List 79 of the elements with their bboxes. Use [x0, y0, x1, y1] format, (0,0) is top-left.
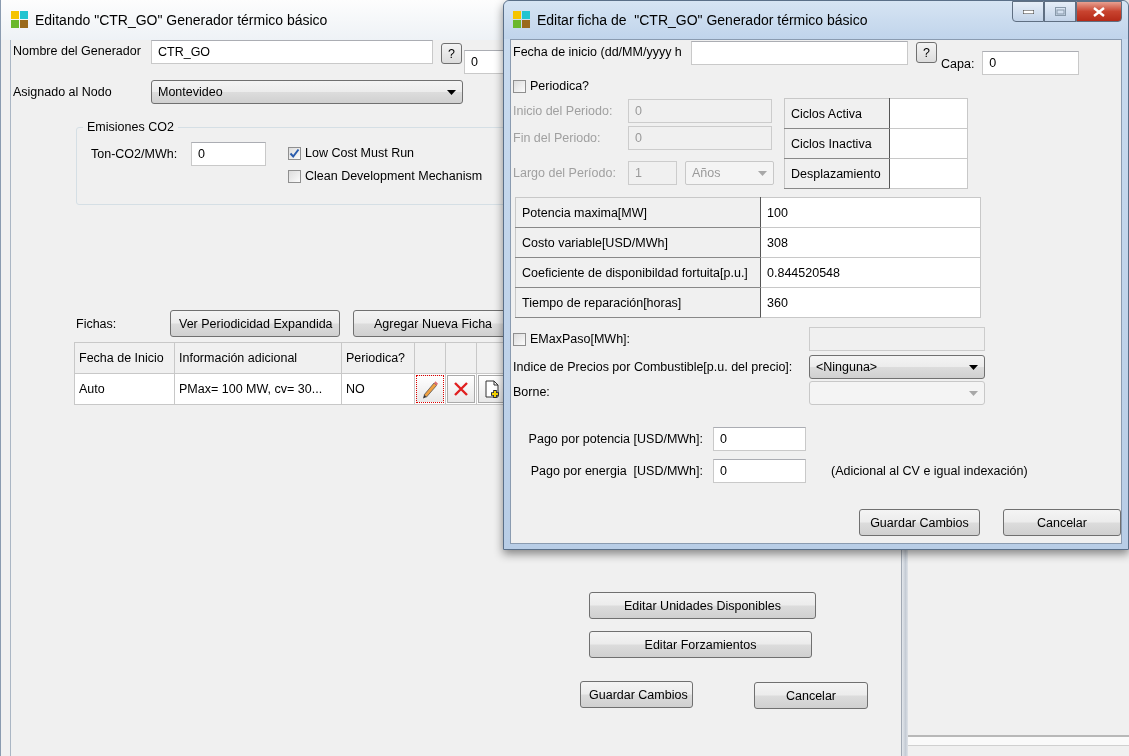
delete-button[interactable]	[447, 375, 475, 403]
checkbox[interactable]	[288, 169, 301, 183]
maximize-button[interactable]	[1044, 1, 1076, 22]
payment-field[interactable]: 0	[713, 427, 806, 451]
ton-co2-field[interactable]: 0	[191, 142, 266, 166]
edit-button[interactable]	[416, 375, 444, 403]
field-label: Nombre del Generador	[13, 44, 142, 58]
table-cell: PMax= 100 MW, cv= 30...	[174, 373, 342, 405]
caret-icon	[447, 89, 456, 95]
window-title: Editando "CTR_GO" Generador térmico básico	[35, 12, 328, 28]
property-name: Coeficiente de disponibildad fortuita[p.u.]	[515, 257, 761, 288]
close-icon	[1093, 6, 1105, 17]
property-name: Ciclos Activa	[784, 98, 890, 129]
cancel-button[interactable]: Cancelar	[1002, 509, 1121, 536]
property-value[interactable]: 360	[760, 287, 981, 318]
minimize-icon	[1022, 9, 1034, 14]
caret-icon	[969, 390, 978, 396]
pencil-icon	[420, 379, 440, 399]
maximize-icon	[1054, 7, 1066, 16]
section-label: Fichas:	[76, 316, 118, 331]
action-button[interactable]: Editar Unidades Disponibles	[589, 592, 816, 619]
payment-field[interactable]: 0	[713, 459, 806, 483]
group-title: Emisiones CO2	[86, 120, 175, 134]
property-value[interactable]: 308	[760, 227, 981, 258]
new-document-icon	[482, 379, 502, 399]
table-cell: NO	[341, 373, 415, 405]
save-button[interactable]: Guardar Cambios	[859, 509, 980, 536]
cancel-button[interactable]: Cancelar	[754, 682, 868, 709]
window-title: Editar ficha de "CTR_GO" Generador térmico básico	[537, 12, 868, 28]
field-label: Borne:	[513, 385, 551, 399]
column-header: Información adicional	[174, 342, 342, 374]
field-label: Largo del Período:	[513, 166, 617, 180]
help-button[interactable]: ?	[916, 42, 937, 63]
property-name: Desplazamiento	[784, 158, 890, 189]
note-text: (Adicional al CV e igual indexación)	[831, 464, 1028, 478]
table-cell: Auto	[74, 373, 175, 405]
dropdown-value: Montevideo	[158, 85, 223, 99]
field-label: Pago por energia [USD/MWh]:	[529, 464, 704, 478]
checkbox[interactable]	[513, 79, 526, 93]
property-value[interactable]	[889, 158, 968, 189]
close-button[interactable]	[1076, 1, 1122, 22]
node-dropdown[interactable]: Montevideo	[151, 80, 463, 104]
field-label: Asignado al Nodo	[13, 85, 113, 99]
dropdown-value: <Ninguna>	[816, 360, 878, 374]
name-field[interactable]: CTR_GO	[151, 40, 433, 64]
fuel-index-dropdown[interactable]: <Ninguna>	[809, 355, 985, 379]
minimize-button[interactable]	[1012, 1, 1044, 22]
field-label: Pago por potencia [USD/MWh]:	[527, 432, 704, 446]
property-name: Costo variable[USD/MWh]	[515, 227, 761, 258]
checkbox-label[interactable]: Periodica?	[530, 79, 590, 93]
property-value[interactable]: 100	[760, 197, 981, 228]
property-name: Ciclos Inactiva	[784, 128, 890, 159]
app-icon	[11, 11, 29, 29]
start-date-field[interactable]	[691, 41, 908, 65]
property-value[interactable]	[889, 98, 968, 129]
field-label: Capa:	[941, 57, 975, 71]
checkbox-label[interactable]: Clean Development Mechanism	[305, 169, 483, 183]
column-header: Fecha de Inicio	[74, 342, 175, 374]
field-label: Ton-CO2/MWh:	[91, 147, 179, 161]
action-button[interactable]: Editar Forzamientos	[589, 631, 812, 658]
column-header: Periodica?	[341, 342, 415, 374]
save-button[interactable]: Guardar Cambios	[580, 681, 693, 708]
capa-field[interactable]: 0	[982, 51, 1080, 75]
checkbox[interactable]	[288, 146, 301, 160]
new-button[interactable]	[478, 375, 506, 403]
app-icon	[513, 11, 531, 29]
property-value[interactable]	[889, 128, 968, 159]
property-name: Potencia maxima[MW]	[515, 197, 761, 228]
field-label: Fin del Periodo:	[513, 131, 602, 145]
checkbox-label[interactable]: Low Cost Must Run	[305, 146, 415, 160]
field-label: Indice de Precios por Combustible[p.u. del precio]:	[513, 360, 794, 374]
help-button[interactable]: ?	[441, 43, 462, 64]
property-value[interactable]: 0.844520548	[760, 257, 981, 288]
caret-icon	[758, 170, 767, 176]
action-button[interactable]: Ver Periodicidad Expandida	[170, 310, 340, 337]
property-name: Tiempo de reparación[horas]	[515, 287, 761, 318]
field-label: Inicio del Periodo:	[513, 104, 614, 118]
caret-icon	[969, 364, 978, 370]
dropdown-value: Años	[692, 166, 721, 180]
